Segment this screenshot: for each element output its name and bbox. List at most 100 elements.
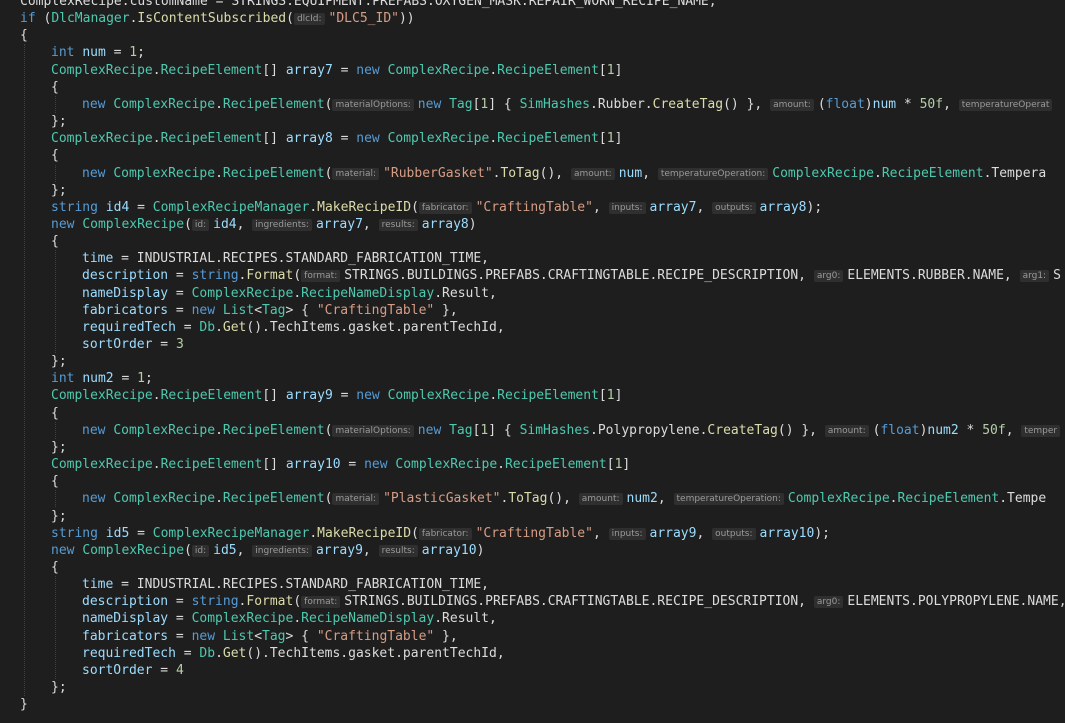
code-line[interactable]: nameDisplay = ComplexRecipe.RecipeNameDi… bbox=[82, 285, 497, 302]
code-line[interactable]: }; bbox=[51, 508, 67, 525]
code-line[interactable]: new ComplexRecipe(id: id5, ingredients: ar… bbox=[51, 542, 484, 559]
code-token: array9 bbox=[315, 542, 363, 558]
code-token: 1 bbox=[606, 388, 615, 404]
code-line[interactable]: nameDisplay = ComplexRecipe.RecipeNameDi… bbox=[82, 610, 497, 627]
parameter-hint: arg0: bbox=[813, 596, 844, 609]
code-line[interactable]: ComplexRecipe.RecipeElement[] array8 = n… bbox=[51, 130, 622, 147]
parameter-hint: format: bbox=[301, 596, 341, 609]
code-token: RecipeElement bbox=[222, 165, 325, 181]
code-line[interactable]: ComplexRecipe.RecipeElement[] array9 = n… bbox=[51, 387, 622, 404]
code-token: ( bbox=[324, 165, 333, 181]
code-token: ] bbox=[622, 457, 631, 473]
code-token: ); bbox=[814, 525, 830, 541]
code-line[interactable]: }; bbox=[51, 353, 67, 370]
code-token: = bbox=[113, 371, 138, 387]
code-line[interactable]: new ComplexRecipe.RecipeElement(material… bbox=[82, 490, 1046, 507]
code-line[interactable]: int num = 1; bbox=[51, 44, 145, 61]
code-token: num2 bbox=[626, 491, 658, 507]
code-token: [] bbox=[262, 457, 286, 473]
code-line[interactable]: { bbox=[51, 233, 59, 250]
code-line[interactable]: time = INDUSTRIAL.RECIPES.STANDARD_FABRI… bbox=[82, 250, 489, 267]
code-line[interactable]: }; bbox=[51, 113, 67, 130]
code-token: RecipeElement bbox=[160, 388, 263, 404]
code-token: . bbox=[215, 319, 223, 335]
code-token: = INDUSTRIAL.RECIPES.STANDARD_FABRICATIO… bbox=[113, 577, 489, 593]
code-token: }; bbox=[51, 114, 67, 130]
code-line[interactable]: { bbox=[51, 79, 59, 96]
code-token: "RubberGasket" bbox=[383, 165, 493, 181]
code-token: RecipeElement bbox=[881, 165, 984, 181]
code-line[interactable]: description = string.Format(format: STRIN… bbox=[82, 593, 1065, 610]
code-token: ) bbox=[864, 96, 873, 112]
parameter-hint: amount: bbox=[570, 167, 615, 180]
code-token: description bbox=[82, 268, 169, 284]
code-line[interactable]: { bbox=[51, 473, 59, 490]
code-line[interactable]: }; bbox=[51, 679, 67, 696]
code-line[interactable]: time = INDUSTRIAL.RECIPES.STANDARD_FABRI… bbox=[82, 576, 489, 593]
code-line[interactable]: }; bbox=[51, 182, 67, 199]
code-line[interactable]: sortOrder = 3 bbox=[82, 336, 184, 353]
code-line[interactable]: int num2 = 1; bbox=[51, 370, 153, 387]
parameter-hint: arg0: bbox=[813, 270, 844, 283]
code-token: RecipeElement bbox=[160, 131, 263, 147]
code-token: . bbox=[497, 457, 505, 473]
code-line[interactable]: string id5 = ComplexRecipeManager.MakeRe… bbox=[51, 525, 830, 542]
code-line[interactable]: }; bbox=[51, 439, 67, 456]
code-token: DlcManager bbox=[51, 11, 130, 27]
code-token: { bbox=[51, 474, 59, 490]
code-token: sortOrder bbox=[82, 337, 153, 352]
indent-guide bbox=[55, 95, 56, 114]
code-line[interactable]: ComplexRecipe.RecipeElement[] array7 = n… bbox=[51, 62, 622, 79]
code-token: RecipeElement bbox=[222, 422, 325, 438]
code-line[interactable]: if (DlcManager.IsContentSubscribed(dlcId… bbox=[20, 10, 415, 27]
parameter-hint: format: bbox=[301, 270, 341, 283]
code-token: fabricators bbox=[82, 628, 169, 644]
parameter-hint: id: bbox=[191, 218, 210, 231]
code-token: ComplexRecipeManager bbox=[152, 199, 310, 215]
code-token: RecipeElement bbox=[222, 491, 325, 507]
code-token: RecipeElement bbox=[897, 491, 1000, 507]
code-line[interactable]: { bbox=[51, 405, 59, 422]
code-token: , bbox=[592, 525, 609, 541]
code-line[interactable]: requiredTech = Db.Get().TechItems.gasket… bbox=[82, 645, 505, 662]
code-token: requiredTech bbox=[82, 645, 176, 661]
code-line[interactable]: sortOrder = 4 bbox=[82, 662, 184, 679]
code-line[interactable]: requiredTech = Db.Get().TechItems.gasket… bbox=[82, 319, 505, 336]
code-token: Get bbox=[222, 319, 247, 335]
code-token: . bbox=[489, 62, 498, 78]
code-line[interactable]: { bbox=[51, 147, 59, 164]
code-line[interactable]: string id4 = ComplexRecipeManager.MakeRe… bbox=[51, 199, 822, 216]
code-line[interactable]: { bbox=[51, 559, 59, 576]
code-token: }; bbox=[51, 354, 67, 370]
code-token: , bbox=[642, 165, 658, 181]
code-token: Format bbox=[246, 594, 294, 610]
code-line[interactable]: } bbox=[20, 696, 28, 713]
code-line[interactable]: ComplexRecipe.RecipeElement[] array10 = … bbox=[51, 456, 630, 473]
code-line[interactable]: new ComplexRecipe.RecipeElement(material… bbox=[82, 96, 1056, 113]
code-token: . bbox=[293, 285, 302, 301]
code-token: ] bbox=[614, 131, 623, 147]
code-token: , bbox=[696, 525, 713, 541]
code-line[interactable]: fabricators = new List<Tag> { "CraftingT… bbox=[82, 302, 458, 319]
code-token: ] bbox=[614, 62, 623, 78]
code-line[interactable]: fabricators = new List<Tag> { "CraftingT… bbox=[82, 628, 458, 645]
parameter-hint: temperatureOperation: bbox=[657, 167, 769, 180]
parameter-hint: temperatureOperat bbox=[958, 98, 1053, 111]
code-token: array7 bbox=[285, 62, 333, 78]
code-line[interactable]: ComplexRecipe.customName = STRINGS.EQUIP… bbox=[20, 0, 717, 10]
code-token: ToTag bbox=[508, 491, 548, 507]
code-line[interactable]: new ComplexRecipe.RecipeElement(material… bbox=[82, 422, 1064, 439]
code-token: . bbox=[152, 62, 161, 78]
code-editor[interactable]: ComplexRecipe.customName = STRINGS.EQUIP… bbox=[0, 0, 1065, 723]
code-token: ; bbox=[144, 371, 153, 387]
code-line[interactable]: { bbox=[20, 27, 28, 44]
parameter-hint: material: bbox=[332, 493, 380, 506]
code-token: ComplexRecipe bbox=[191, 285, 294, 301]
code-token: 50f bbox=[919, 96, 944, 112]
code-line[interactable]: new ComplexRecipe(id: id4, ingredients: ar… bbox=[51, 216, 477, 233]
code-token: new bbox=[417, 96, 442, 112]
code-line[interactable]: new ComplexRecipe.RecipeElement(material… bbox=[82, 165, 1046, 182]
code-line[interactable]: description = string.Format(format: STRIN… bbox=[82, 267, 1061, 284]
